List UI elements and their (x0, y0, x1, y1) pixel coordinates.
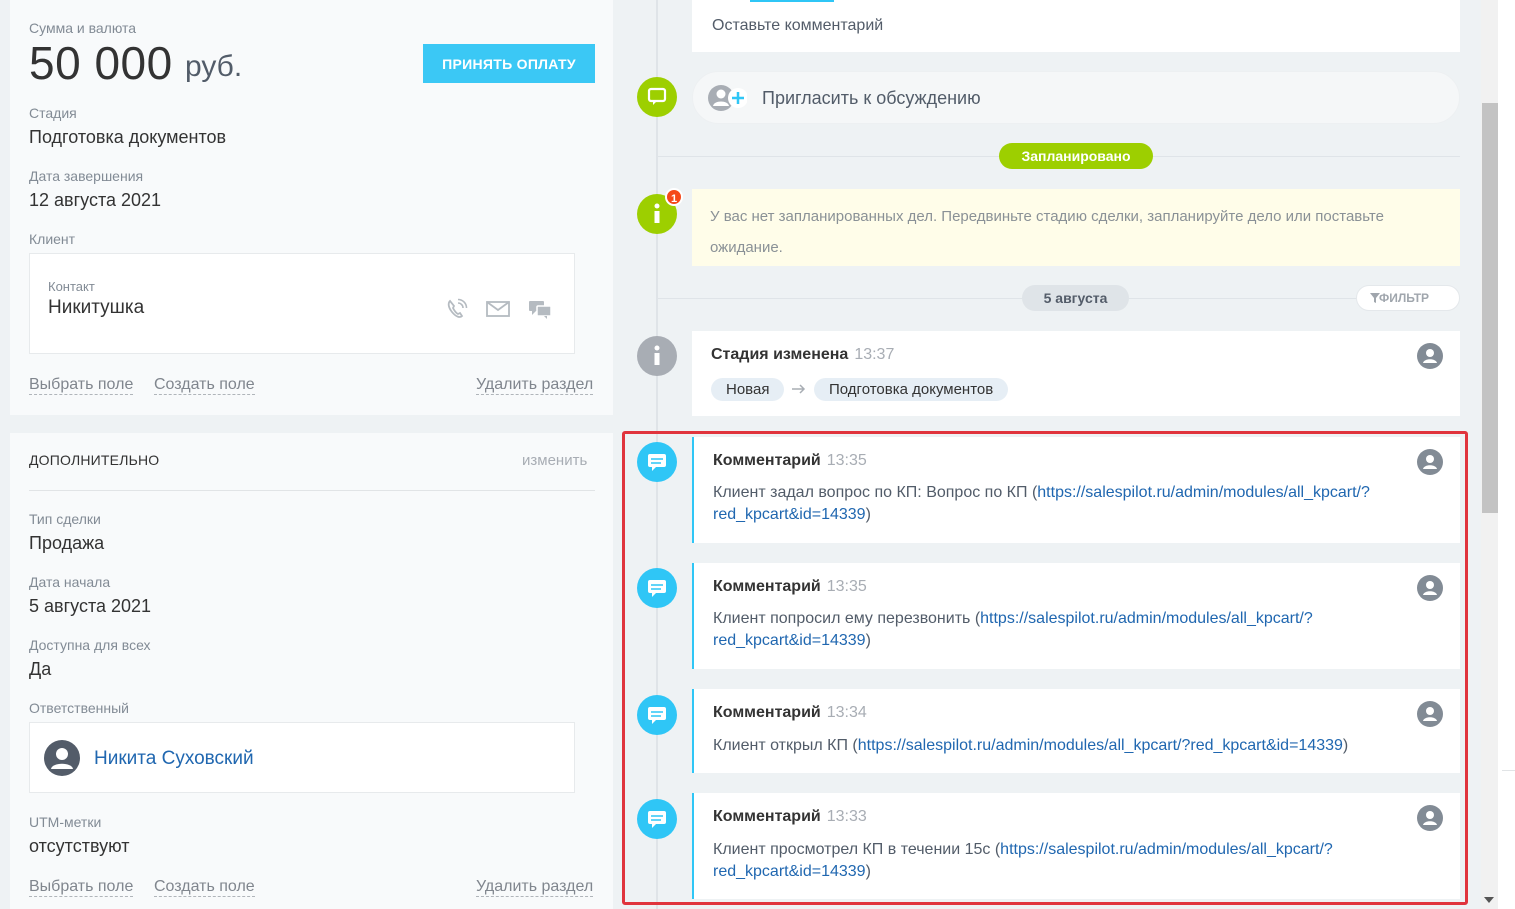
phone-icon[interactable] (443, 298, 469, 320)
deal-amount: 50 000 (29, 37, 173, 89)
delete-section-link[interactable]: Удалить раздел (476, 376, 594, 395)
responsible-name-link[interactable]: Никита Суховский (94, 748, 254, 770)
comment-text: Клиент просмотрел КП в течении 15с (http… (713, 841, 1333, 880)
stage-to-tag: Подготовка документов (814, 378, 1009, 401)
delete-section-link-2[interactable]: Удалить раздел (476, 878, 594, 897)
scrollbar-thumb[interactable] (1482, 103, 1498, 513)
event-title: Комментарий 13:34 (713, 704, 867, 721)
scroll-down-arrow[interactable] (1484, 897, 1494, 903)
notice-text: У вас нет запланированных дел. Передвинь… (710, 208, 1384, 256)
start-date-value: 5 августа 2021 (29, 596, 152, 616)
deal-type-value: Продажа (29, 533, 105, 553)
choose-field-link[interactable]: Выбрать поле (29, 376, 134, 395)
create-field-link[interactable]: Создать поле (154, 376, 255, 395)
responsible-box: Никита Суховский (29, 722, 575, 793)
client-contact-box: Контакт Никитушка (29, 253, 575, 354)
event-time: 13:34 (826, 704, 867, 721)
comment-link[interactable]: red_kpcart&id=14339 (713, 632, 866, 649)
contact-label: Контакт (48, 279, 95, 294)
utm-label: UTM-метки (29, 814, 102, 830)
comment-link[interactable]: https://salespilot.ru/admin/modules/all_… (980, 610, 1313, 627)
deal-currency: руб. (185, 50, 243, 83)
create-field-link-2[interactable]: Создать поле (154, 878, 255, 897)
comment-event: Комментарий 13:35 Клиент задал вопрос по … (692, 437, 1460, 543)
add-user-icon (707, 83, 748, 113)
no-planned-notice: У вас нет запланированных дел. Передвинь… (692, 189, 1460, 266)
comment-text: Клиент задал вопрос по КП: Вопрос по КП … (713, 484, 1370, 523)
filter-icon (1369, 292, 1381, 304)
additional-section-title: ДОПОЛНИТЕЛЬНО (29, 452, 160, 468)
arrow-right-icon (791, 382, 807, 396)
deal-type-label: Тип сделки (29, 511, 101, 527)
event-time: 13:33 (826, 808, 867, 825)
event-time: 13:37 (854, 346, 895, 363)
chat-icon[interactable] (527, 298, 553, 320)
comment-text: Клиент открыл КП (https://salespilot.ru/… (713, 737, 1349, 754)
comment-link[interactable]: https://salespilot.ru/admin/modules/all_… (1037, 484, 1370, 501)
comment-text: Клиент попросил ему перезвонить (https:/… (713, 610, 1313, 649)
comment-icon (637, 695, 677, 735)
invite-label: Пригласить к обсуждению (762, 88, 981, 108)
planned-badge: Запланировано (999, 143, 1153, 169)
deal-main-card: Сумма и валюта 50 000 руб. ПРИНЯТЬ ОПЛАТ… (10, 0, 613, 415)
stage-from-tag: Новая (711, 378, 785, 401)
stage-label: Стадия (29, 105, 77, 121)
right-edge-panel (1498, 0, 1515, 909)
comment-event: Комментарий 13:33 Клиент просмотрел КП в … (692, 793, 1460, 899)
comment-link[interactable]: https://salespilot.ru/admin/modules/all_… (858, 737, 1343, 754)
amount-label: Сумма и валюта (29, 20, 137, 36)
comment-event: Комментарий 13:34 Клиент открыл КП (https… (692, 689, 1460, 773)
event-title: Комментарий 13:33 (713, 808, 867, 825)
choose-field-link-2[interactable]: Выбрать поле (29, 878, 134, 897)
available-value: Да (29, 659, 52, 679)
comment-icon (637, 442, 677, 482)
comment-link[interactable]: https://salespilot.ru/admin/modules/all_… (1000, 841, 1333, 858)
section-divider (29, 490, 595, 491)
user-avatar-icon[interactable] (1417, 701, 1443, 727)
info-icon (637, 336, 677, 376)
comment-icon (637, 568, 677, 608)
available-label: Доступна для всех (29, 637, 151, 653)
mail-icon[interactable] (485, 298, 511, 320)
user-avatar-icon[interactable] (1417, 449, 1443, 475)
start-date-label: Дата начала (29, 574, 111, 590)
event-title: Стадия изменена 13:37 (711, 346, 895, 363)
comment-event: Комментарий 13:35 Клиент попросил ему пер… (692, 563, 1460, 669)
chat-bubble-icon (637, 77, 677, 117)
utm-value: отсутствуют (29, 836, 130, 856)
client-label: Клиент (29, 231, 76, 247)
stage-change-event: Стадия изменена 13:37 Новая Подготовка до… (692, 331, 1460, 416)
close-date-value: 12 августа 2021 (29, 190, 162, 210)
comment-icon (637, 799, 677, 839)
event-title: Комментарий 13:35 (713, 578, 867, 595)
date-badge: 5 августа (1022, 285, 1129, 311)
comment-input[interactable]: Оставьте комментарий (692, 0, 1460, 52)
user-avatar-icon[interactable] (1417, 575, 1443, 601)
invite-to-discussion-button[interactable]: Пригласить к обсуждению (692, 71, 1460, 124)
filter-label: ФИЛЬТР (1379, 291, 1430, 305)
user-avatar-icon[interactable] (1417, 343, 1443, 369)
event-title: Комментарий 13:35 (713, 452, 867, 469)
notice-count-badge: 1 (665, 188, 683, 206)
event-time: 13:35 (826, 578, 867, 595)
close-date-label: Дата завершения (29, 168, 144, 184)
user-avatar-icon[interactable] (1417, 805, 1443, 831)
accept-payment-button[interactable]: ПРИНЯТЬ ОПЛАТУ (423, 44, 595, 83)
responsible-label: Ответственный (29, 700, 129, 716)
filter-button[interactable]: ФИЛЬТР (1356, 285, 1460, 311)
comment-link[interactable]: red_kpcart&id=14339 (713, 863, 866, 880)
stage-value: Подготовка документов (29, 127, 227, 147)
comment-link[interactable]: red_kpcart&id=14339 (713, 506, 866, 523)
comment-placeholder: Оставьте комментарий (712, 17, 884, 34)
contact-name[interactable]: Никитушка (48, 297, 144, 319)
edit-section-link[interactable]: изменить (522, 452, 587, 469)
user-avatar-icon (44, 740, 80, 776)
event-time: 13:35 (826, 452, 867, 469)
